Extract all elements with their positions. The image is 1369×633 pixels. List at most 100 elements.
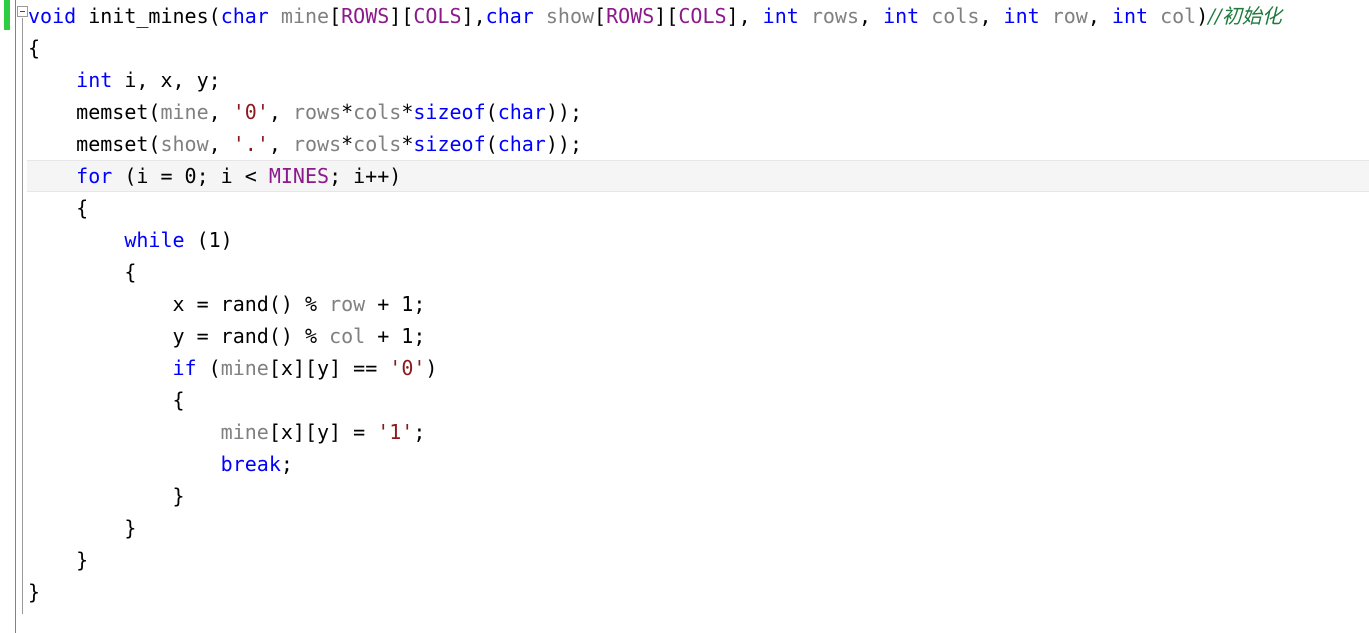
code-token-pl: (i = 0; i < <box>112 164 269 188</box>
code-token-pp: ROWS <box>606 4 655 28</box>
code-token-pl: * <box>341 132 354 156</box>
code-token-pl: init_mines <box>88 4 209 28</box>
code-line[interactable]: } <box>28 576 1282 608</box>
code-token-pl: y = <box>172 324 221 348</box>
code-token-kw: break <box>220 452 281 476</box>
code-line[interactable]: memset(show, '.', rows*cols*sizeof(char)… <box>28 128 1282 160</box>
code-token-pl: ( <box>196 356 221 380</box>
code-token-pl: )); <box>545 100 582 124</box>
code-token-id: show <box>545 4 595 28</box>
code-line[interactable]: break; <box>28 448 1282 480</box>
code-token-pl: { <box>172 388 185 412</box>
code-token-pl: , <box>268 100 293 124</box>
code-line[interactable]: mine[x][y] = '1'; <box>28 416 1282 448</box>
code-token-pl: , <box>979 4 1004 28</box>
code-line[interactable]: memset(mine, '0', rows*cols*sizeof(char)… <box>28 96 1282 128</box>
code-token-pl: ; i++) <box>329 164 402 188</box>
code-token-id: col <box>1160 4 1197 28</box>
code-token-pl: } <box>172 484 185 508</box>
code-token-pl: } <box>124 516 137 540</box>
code-token-kw: char <box>497 132 546 156</box>
code-line[interactable]: { <box>28 384 1282 416</box>
code-token-pl: , <box>859 4 884 28</box>
collapse-block-icon[interactable] <box>17 6 28 17</box>
code-token-pl: ( <box>485 100 498 124</box>
code-token-pl: * <box>401 132 414 156</box>
code-token-pl: , <box>208 100 233 124</box>
code-token-kw: char <box>220 4 269 28</box>
code-line[interactable]: } <box>28 480 1282 512</box>
code-token-pl: { <box>124 260 137 284</box>
code-line[interactable]: x = rand() % row + 1; <box>28 288 1282 320</box>
code-line[interactable]: for (i = 0; i < MINES; i++) <box>28 160 1282 192</box>
code-token-pl: x = <box>172 292 221 316</box>
code-token-pl: memset <box>76 132 149 156</box>
code-token-id: mine <box>280 4 330 28</box>
unsaved-change-bar <box>4 0 10 30</box>
code-line[interactable]: { <box>28 32 1282 64</box>
code-token-pp: COLS <box>678 4 727 28</box>
code-token-pl: { <box>28 36 41 60</box>
code-token-kw: for <box>76 164 113 188</box>
code-token-pp: COLS <box>413 4 462 28</box>
code-token-pl: ( <box>148 132 161 156</box>
code-line[interactable]: int i, x, y; <box>28 64 1282 96</box>
code-token-kw: sizeof <box>413 100 486 124</box>
code-line[interactable]: { <box>28 192 1282 224</box>
code-line[interactable]: { <box>28 256 1282 288</box>
code-token-pl: (1) <box>184 228 233 252</box>
code-token-pl: , <box>1087 4 1112 28</box>
code-text-layer[interactable]: void init_mines(char mine[ROWS][COLS],ch… <box>28 0 1282 608</box>
code-token-pl: + 1; <box>365 292 426 316</box>
code-token-pl: ], <box>461 4 486 28</box>
code-token-id: rows <box>292 132 342 156</box>
gutter-separator-line <box>15 0 16 633</box>
code-token-pl: } <box>76 548 89 572</box>
code-token-id: row <box>329 292 366 316</box>
code-token-pl: )); <box>545 132 582 156</box>
code-token-pl: + 1; <box>365 324 426 348</box>
code-token-pl: [x][y] == <box>268 356 390 380</box>
code-token-pl: ][ <box>389 4 414 28</box>
code-token-pl: ; <box>413 420 426 444</box>
code-token-pl: ][ <box>654 4 679 28</box>
code-token-pl: ) <box>1196 4 1209 28</box>
code-token-kw: void <box>28 4 77 28</box>
code-token-pl: { <box>76 196 89 220</box>
code-token-pl: rand <box>220 324 269 348</box>
code-token-id: cols <box>353 100 402 124</box>
code-token-pl: [x][y] = <box>268 420 378 444</box>
code-token-kw: int <box>1111 4 1149 28</box>
code-line[interactable]: if (mine[x][y] == '0') <box>28 352 1282 384</box>
code-token-pl: ( <box>208 4 221 28</box>
code-line[interactable]: y = rand() % col + 1; <box>28 320 1282 352</box>
code-token-kw: int <box>762 4 799 28</box>
code-token-pl: , <box>208 132 233 156</box>
code-token-id: mine <box>220 420 269 444</box>
code-line[interactable]: while (1) <box>28 224 1282 256</box>
code-line[interactable]: void init_mines(char mine[ROWS][COLS],ch… <box>28 0 1282 32</box>
code-token-pl: ], <box>726 4 763 28</box>
code-token-id: col <box>329 324 366 348</box>
code-token-pl: * <box>341 100 354 124</box>
code-token-pl: ( <box>148 100 161 124</box>
code-editor-pane[interactable]: void init_mines(char mine[ROWS][COLS],ch… <box>0 0 1369 633</box>
code-line[interactable]: } <box>28 512 1282 544</box>
code-token-kw: int <box>76 68 113 92</box>
code-line[interactable]: } <box>28 544 1282 576</box>
